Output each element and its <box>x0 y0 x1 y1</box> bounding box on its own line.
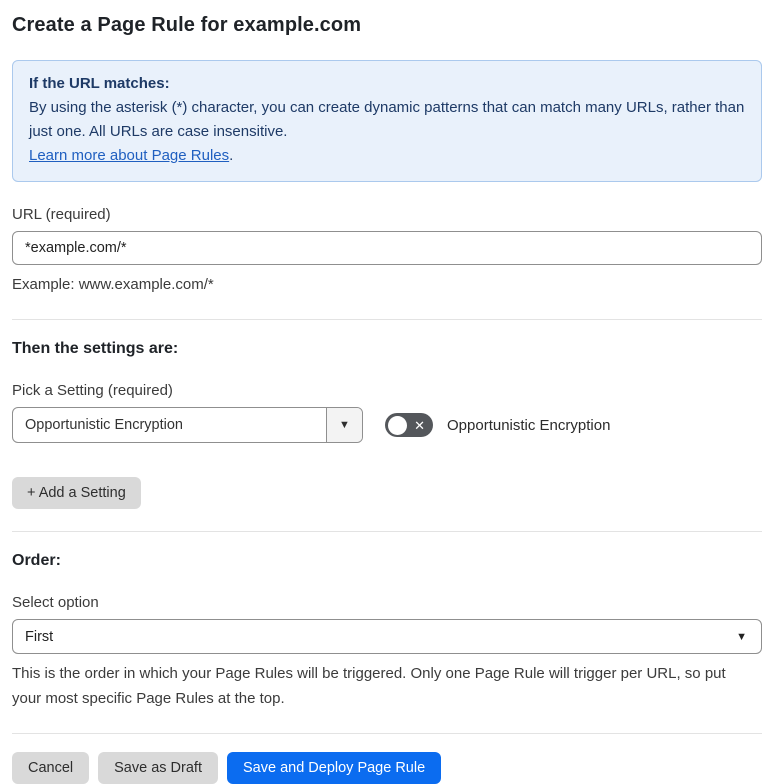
link-suffix: . <box>229 147 234 164</box>
learn-more-link[interactable]: Learn more about Page Rules <box>29 147 229 164</box>
info-link-line: Learn more about Page Rules. <box>29 144 745 168</box>
footer-actions: Cancel Save as Draft Save and Deploy Pag… <box>12 752 762 784</box>
order-select-label: Select option <box>12 594 99 611</box>
cancel-button[interactable]: Cancel <box>12 752 90 784</box>
info-box-heading: If the URL matches: <box>29 75 170 92</box>
divider <box>12 531 762 532</box>
toggle-knob <box>388 415 407 435</box>
setting-picker-dropdown[interactable]: Opportunistic Encryption ▼ <box>12 407 363 443</box>
order-select-value: First <box>25 628 54 645</box>
order-section-heading: Order: <box>12 552 61 569</box>
save-as-draft-button[interactable]: Save as Draft <box>98 752 218 784</box>
settings-section-heading: Then the settings are: <box>12 340 179 357</box>
save-and-deploy-button[interactable]: Save and Deploy Page Rule <box>226 752 442 784</box>
pick-setting-label: Pick a Setting (required) <box>12 382 173 399</box>
chevron-down-icon: ▼ <box>736 630 747 643</box>
url-input[interactable] <box>12 231 762 265</box>
opportunistic-encryption-toggle[interactable]: ✕ <box>385 413 433 437</box>
url-field-label: URL (required) <box>12 206 111 223</box>
info-box-body: By using the asterisk (*) character, you… <box>29 99 745 140</box>
order-helper-text: This is the order in which your Page Rul… <box>12 665 726 707</box>
url-match-info-box: If the URL matches: By using the asteris… <box>12 60 762 182</box>
divider <box>12 733 762 734</box>
setting-row: Opportunistic Encryption ▼ ✕ Opportunist… <box>12 407 762 443</box>
url-example-helper: Example: www.example.com/* <box>12 276 214 293</box>
add-setting-button[interactable]: + Add a Setting <box>12 477 141 509</box>
divider <box>12 319 762 320</box>
toggle-off-x-icon: ✕ <box>414 417 425 433</box>
toggle-group: ✕ Opportunistic Encryption <box>385 413 610 437</box>
toggle-label: Opportunistic Encryption <box>447 416 611 434</box>
order-select[interactable]: First ▼ <box>12 619 762 654</box>
setting-picker-value: Opportunistic Encryption <box>25 417 183 433</box>
page-title: Create a Page Rule for example.com <box>12 14 362 36</box>
chevron-down-icon[interactable]: ▼ <box>326 408 362 442</box>
page-rule-form: Create a Page Rule for example.com If th… <box>0 0 775 784</box>
